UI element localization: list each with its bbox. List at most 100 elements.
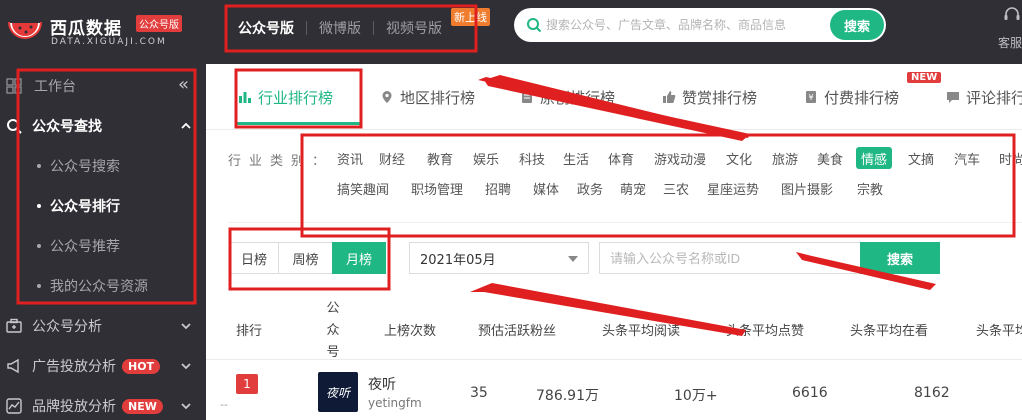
hot-badge: HOT bbox=[122, 358, 161, 374]
sidebar-item-account-search[interactable]: 公众号查找 bbox=[0, 106, 206, 146]
sidebar-item-label: 公众号排行 bbox=[50, 199, 120, 215]
account-search-input[interactable] bbox=[599, 242, 861, 274]
svg-text:¥: ¥ bbox=[808, 93, 813, 102]
column-header-rank: 排行 bbox=[236, 324, 263, 339]
version-switch: 公众号版 微博版 视频号版 bbox=[226, 6, 476, 50]
chevron-down-icon bbox=[181, 323, 191, 330]
category-chip[interactable]: 招聘 bbox=[480, 177, 516, 199]
cell-times: 35 bbox=[470, 385, 488, 401]
category-chip[interactable]: 教育 bbox=[422, 147, 458, 169]
watermelon-logo-icon bbox=[8, 21, 42, 39]
category-chip[interactable]: 图片摄影 bbox=[776, 177, 838, 199]
sidebar-item-label: 公众号搜索 bbox=[50, 159, 120, 175]
receipt-icon: ¥ bbox=[806, 91, 816, 103]
header-char: 众 bbox=[326, 323, 340, 338]
category-chip[interactable]: 体育 bbox=[603, 147, 639, 169]
sidebar-item-label: 我的公众号资源 bbox=[50, 279, 148, 295]
tab-label: 原创排行榜 bbox=[540, 88, 616, 107]
document-icon bbox=[522, 91, 532, 103]
sidebar-item-label: 工作台 bbox=[34, 79, 76, 95]
customer-service-label: 客服 bbox=[998, 36, 1022, 50]
category-chip[interactable]: 萌宠 bbox=[615, 177, 651, 199]
category-chip[interactable]: 生活 bbox=[558, 147, 594, 169]
category-chip[interactable]: 星座运势 bbox=[702, 177, 764, 199]
column-header-avg-watching: 头条平均在看 bbox=[850, 324, 929, 339]
header-char: 公 bbox=[326, 301, 340, 316]
category-chip[interactable]: 时尚 bbox=[994, 147, 1022, 169]
category-chip[interactable]: 科技 bbox=[514, 147, 550, 169]
account-search-button[interactable]: 搜索 bbox=[860, 242, 940, 274]
collapse-sidebar-icon[interactable]: « bbox=[178, 74, 189, 95]
category-chip[interactable]: 文摘 bbox=[903, 147, 939, 169]
table-row[interactable]: 1 -- 夜听 夜听 yetingfm 35 786.91万 10万+ 6616… bbox=[206, 362, 1022, 420]
sidebar-item-account-analysis[interactable]: 公众号分析 bbox=[0, 306, 206, 346]
category-chip[interactable]: 情感 bbox=[856, 147, 893, 169]
logo-name: 西瓜数据 bbox=[50, 19, 122, 39]
search-icon bbox=[527, 18, 542, 33]
sidebar-item-label: 品牌投放分析 bbox=[32, 399, 116, 415]
version-tab-video[interactable]: 视频号版 bbox=[374, 18, 454, 38]
rank-badge: 1 bbox=[236, 374, 258, 394]
tab-region-ranking[interactable]: 地区排行榜 bbox=[380, 84, 475, 110]
sidebar-subitem-account-recommend[interactable]: 公众号推荐 bbox=[0, 226, 206, 266]
version-tab-wechat[interactable]: 公众号版 bbox=[226, 18, 306, 38]
tab-industry-ranking[interactable]: 行业排行榜 bbox=[238, 84, 333, 110]
category-chip[interactable]: 旅游 bbox=[767, 147, 803, 169]
new-online-badge: 新上线 bbox=[451, 8, 490, 26]
column-header-account: 公 众 号 bbox=[326, 298, 340, 364]
category-chip[interactable]: 宗教 bbox=[852, 177, 888, 199]
category-chip[interactable]: 媒体 bbox=[528, 177, 564, 199]
caret-down-icon bbox=[568, 256, 578, 262]
global-search-button[interactable]: 搜索 bbox=[830, 10, 884, 40]
category-chip[interactable]: 职场管理 bbox=[406, 177, 468, 199]
sidebar-item-workbench[interactable]: 工作台 « bbox=[0, 66, 206, 106]
column-header-times: 上榜次数 bbox=[384, 324, 437, 339]
customer-service[interactable]: 客服 bbox=[998, 6, 1022, 56]
briefcase-icon bbox=[6, 318, 22, 333]
table-header: 排行 公 众 号 上榜次数 预估活跃粉丝 头条平均阅读 头条平均点赞 头条平均在… bbox=[206, 298, 1022, 360]
thumbs-up-icon bbox=[663, 91, 676, 103]
new-badge: NEW bbox=[907, 72, 942, 83]
account-name[interactable]: 夜听 bbox=[368, 374, 396, 394]
sidebar-subitem-my-resources[interactable]: 我的公众号资源 bbox=[0, 266, 206, 306]
comment-icon bbox=[947, 92, 959, 103]
category-chip[interactable]: 政务 bbox=[572, 177, 608, 199]
version-tab-weibo[interactable]: 微博版 bbox=[307, 18, 373, 38]
tab-original-ranking[interactable]: 原创排行榜 bbox=[520, 84, 615, 110]
bullet bbox=[37, 244, 41, 248]
category-label: 行业类别： bbox=[228, 154, 334, 169]
tab-label: 赞赏排行榜 bbox=[682, 88, 758, 107]
logo[interactable]: 西瓜数据 公众号版 DATA.XIGUAJI.COM bbox=[8, 10, 198, 54]
bar-chart-icon bbox=[239, 92, 251, 103]
category-chip[interactable]: 三农 bbox=[658, 177, 694, 199]
cell-avg-watching: 8162 bbox=[914, 385, 950, 401]
month-select[interactable]: 2021年05月 bbox=[409, 242, 589, 274]
grid-icon bbox=[6, 78, 22, 94]
sidebar-item-brand-analysis[interactable]: 品牌投放分析 NEW bbox=[0, 386, 206, 420]
category-chip[interactable]: 资讯 bbox=[332, 147, 368, 169]
period-daily[interactable]: 日榜 bbox=[229, 242, 279, 274]
account-avatar[interactable]: 夜听 bbox=[318, 372, 358, 412]
sidebar-subitem-account-search[interactable]: 公众号搜索 bbox=[0, 146, 206, 186]
bullet bbox=[37, 164, 41, 168]
period-monthly[interactable]: 月榜 bbox=[332, 242, 386, 274]
tab-comment-ranking[interactable]: 评论排行 bbox=[946, 84, 1022, 110]
category-chip[interactable]: 汽车 bbox=[949, 147, 985, 169]
category-chip[interactable]: 搞笑趣闻 bbox=[332, 177, 394, 199]
category-chip[interactable]: 文化 bbox=[721, 147, 757, 169]
category-chip[interactable]: 娱乐 bbox=[468, 147, 504, 169]
tab-paid-ranking[interactable]: ¥ 付费排行榜 bbox=[804, 84, 899, 110]
tab-appreciation-ranking[interactable]: 赞赏排行榜 bbox=[662, 84, 757, 110]
period-weekly[interactable]: 周榜 bbox=[278, 242, 333, 274]
sidebar-item-ad-analysis[interactable]: 广告投放分析 HOT bbox=[0, 346, 206, 386]
global-search-input[interactable] bbox=[546, 12, 836, 38]
sidebar-subitem-account-ranking[interactable]: 公众号排行 bbox=[0, 186, 206, 226]
bullet bbox=[37, 284, 41, 288]
top-bar: 西瓜数据 公众号版 DATA.XIGUAJI.COM 公众号版 微博版 视频号版… bbox=[0, 0, 1022, 64]
location-pin-icon bbox=[382, 91, 392, 103]
category-chip[interactable]: 游戏动漫 bbox=[649, 147, 711, 169]
global-search-bar: 搜索 bbox=[514, 8, 886, 42]
category-chip[interactable]: 美食 bbox=[812, 147, 848, 169]
search-icon bbox=[7, 119, 22, 134]
category-chip[interactable]: 财经 bbox=[374, 147, 410, 169]
